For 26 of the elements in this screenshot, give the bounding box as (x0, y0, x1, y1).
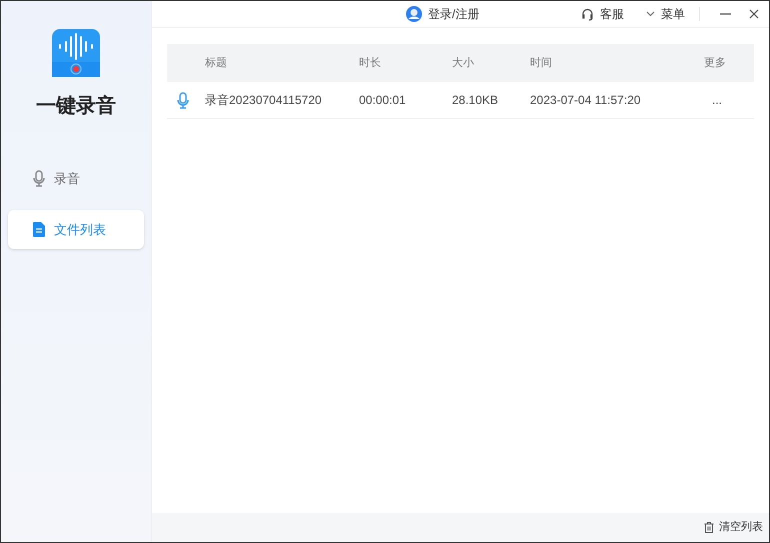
login-link[interactable]: 登录/注册 (428, 5, 480, 23)
microphone-icon (33, 170, 45, 187)
support-button[interactable]: 客服 (600, 5, 624, 23)
table-cell: 2023-07-04 11:57:20 (530, 93, 641, 107)
headset-icon (581, 8, 594, 20)
sidebar-item[interactable]: 录音 (8, 159, 144, 198)
column-header: 时间 (530, 56, 552, 69)
column-header: 时长 (359, 56, 381, 69)
column-header: 更多 (704, 56, 726, 69)
avatar-icon (406, 6, 422, 22)
microphone-icon (177, 92, 189, 108)
app-title: 一键录音 (36, 94, 116, 119)
table-cell: 00:00:01 (359, 93, 406, 107)
table-cell: 28.10KB (452, 93, 498, 107)
minimize-icon[interactable] (720, 13, 731, 15)
column-header: 标题 (205, 56, 227, 69)
document-icon (33, 222, 45, 237)
clear-list-button[interactable]: 清空列表 (719, 519, 763, 536)
chevron-down-icon (646, 11, 655, 17)
table-cell: 录音20230704115720 (205, 93, 322, 107)
menu-button[interactable]: 菜单 (661, 5, 685, 23)
close-icon[interactable] (749, 9, 759, 19)
more-button[interactable]: ... (712, 93, 722, 107)
app-logo-icon (52, 29, 100, 77)
trash-icon (704, 522, 714, 533)
column-header: 大小 (452, 56, 474, 69)
